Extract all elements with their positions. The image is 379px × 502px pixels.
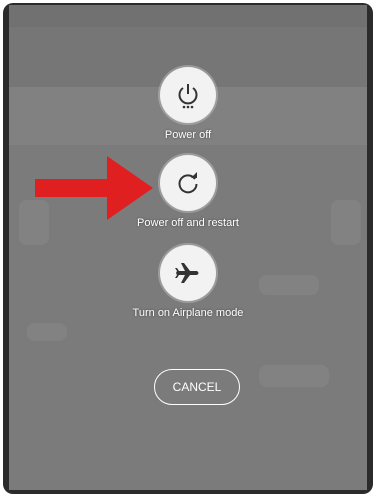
power-off-label: Power off: [164, 129, 212, 141]
device-frame: Power off Power off and restart Turn on …: [3, 3, 373, 494]
cancel-button[interactable]: CANCEL: [154, 369, 240, 405]
airplane-icon: [175, 263, 199, 283]
airplane-mode-option[interactable]: Turn on Airplane mode: [9, 245, 367, 319]
power-icon: [178, 84, 198, 109]
airplane-mode-button[interactable]: [160, 245, 216, 301]
power-off-option[interactable]: Power off: [9, 67, 367, 141]
red-arrow-annotation: [35, 156, 153, 220]
airplane-mode-label: Turn on Airplane mode: [132, 307, 244, 319]
restart-icon: [178, 172, 198, 194]
power-off-button[interactable]: [160, 67, 216, 123]
restart-button[interactable]: [160, 155, 216, 211]
screen: Power off Power off and restart Turn on …: [9, 5, 367, 490]
